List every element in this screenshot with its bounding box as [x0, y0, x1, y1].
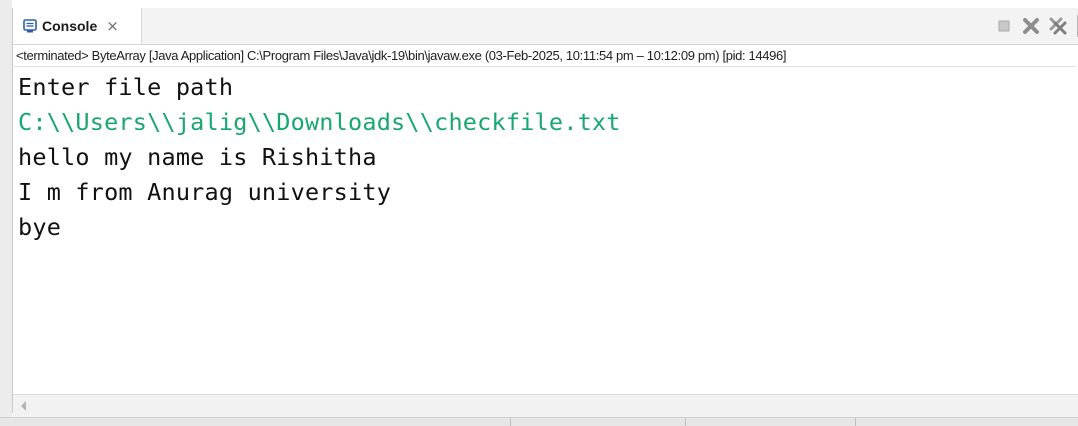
horizontal-scrollbar[interactable] [13, 394, 1078, 417]
output-line: bye [18, 213, 62, 241]
process-status-line: <terminated> ByteArray [Java Application… [14, 45, 1076, 67]
output-line: hello my name is Rishitha [18, 143, 377, 171]
console-icon [23, 19, 37, 33]
remove-launch-icon[interactable] [1020, 15, 1042, 37]
tab-console-label: Console [42, 18, 98, 34]
left-border [0, 0, 12, 425]
scroll-left-icon[interactable] [21, 401, 26, 411]
input-echo-line: C:\\Users\\jalig\\Downloads\\checkfile.t… [18, 108, 621, 136]
console-toolbar [988, 8, 1078, 44]
view-tab-bar: Console × [13, 8, 1078, 45]
tab-console[interactable]: Console × [13, 8, 142, 44]
close-icon[interactable]: × [106, 18, 119, 34]
remove-all-terminated-icon[interactable] [1047, 15, 1069, 37]
console-output[interactable]: Enter file path C:\\Users\\jalig\\Downlo… [13, 68, 1078, 393]
terminate-icon[interactable] [993, 15, 1015, 37]
console-window: Console × <terminated> ByteArray [Java A… [0, 0, 1078, 426]
output-line: I m from Anurag university [18, 178, 392, 206]
output-line: Enter file path [18, 73, 234, 101]
